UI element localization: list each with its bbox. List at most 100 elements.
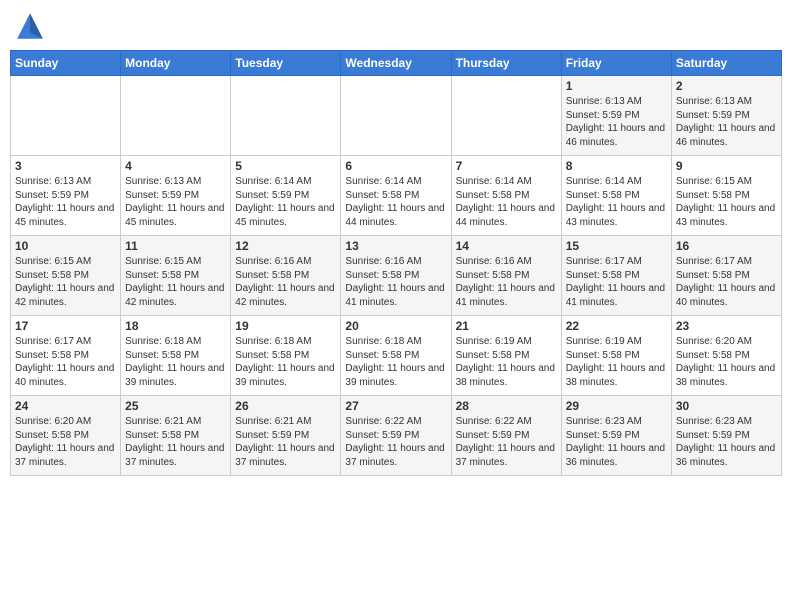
cell-text: Sunrise: 6:23 AM Sunset: 5:59 PM Dayligh… xyxy=(676,415,777,469)
calendar-week-row: 10 Sunrise: 6:15 AM Sunset: 5:58 PM Dayli… xyxy=(11,236,782,316)
cell-text: Sunrise: 6:21 AM Sunset: 5:59 PM Dayligh… xyxy=(235,415,336,469)
calendar-cell: 17Sunrise: 6:17 AM Sunset: 5:58 PM Dayli… xyxy=(11,316,121,396)
page-header xyxy=(10,10,782,42)
calendar-cell: 27Sunrise: 6:22 AM Sunset: 5:59 PM Dayli… xyxy=(341,396,451,476)
calendar-cell: 7 Sunrise: 6:14 AM Sunset: 5:58 PM Daylig… xyxy=(451,156,561,236)
cell-text: Sunrise: 6:16 AM Sunset: 5:58 PM Dayligh… xyxy=(456,255,557,309)
day-number: 19 xyxy=(235,319,336,333)
header-sunday: Sunday xyxy=(11,51,121,76)
calendar-cell: 9 Sunrise: 6:15 AM Sunset: 5:58 PM Daylig… xyxy=(671,156,781,236)
day-number: 25 xyxy=(125,399,226,413)
day-number: 4 xyxy=(125,159,226,173)
calendar-cell: 29Sunrise: 6:23 AM Sunset: 5:59 PM Dayli… xyxy=(561,396,671,476)
header-thursday: Thursday xyxy=(451,51,561,76)
day-number: 23 xyxy=(676,319,777,333)
calendar-cell: 11Sunrise: 6:15 AM Sunset: 5:58 PM Dayli… xyxy=(121,236,231,316)
day-number: 1 xyxy=(566,79,667,93)
day-number: 5 xyxy=(235,159,336,173)
calendar-cell: 24 Sunrise: 6:20 AM Sunset: 5:58 PM Dayli… xyxy=(11,396,121,476)
calendar-cell: 15 Sunrise: 6:17 AM Sunset: 5:58 PM Dayli… xyxy=(561,236,671,316)
day-number: 14 xyxy=(456,239,557,253)
calendar-cell: 8 Sunrise: 6:14 AM Sunset: 5:58 PM Daylig… xyxy=(561,156,671,236)
calendar-cell: 28 Sunrise: 6:22 AM Sunset: 5:59 PM Dayli… xyxy=(451,396,561,476)
cell-text: Sunrise: 6:21 AM Sunset: 5:58 PM Dayligh… xyxy=(125,415,226,469)
day-number: 13 xyxy=(345,239,446,253)
cell-text: Sunrise: 6:19 AM Sunset: 5:58 PM Dayligh… xyxy=(566,335,667,389)
day-number: 12 xyxy=(235,239,336,253)
cell-text: Sunrise: 6:13 AM Sunset: 5:59 PM Dayligh… xyxy=(125,175,226,229)
cell-text: Sunrise: 6:19 AM Sunset: 5:58 PM Dayligh… xyxy=(456,335,557,389)
logo-icon xyxy=(14,10,46,42)
calendar-cell xyxy=(121,76,231,156)
day-number: 6 xyxy=(345,159,446,173)
cell-text: Sunrise: 6:16 AM Sunset: 5:58 PM Dayligh… xyxy=(235,255,336,309)
header-friday: Friday xyxy=(561,51,671,76)
day-number: 26 xyxy=(235,399,336,413)
day-number: 15 xyxy=(566,239,667,253)
day-number: 18 xyxy=(125,319,226,333)
calendar-cell: 13Sunrise: 6:16 AM Sunset: 5:58 PM Dayli… xyxy=(341,236,451,316)
calendar-cell: 22 Sunrise: 6:19 AM Sunset: 5:58 PM Dayli… xyxy=(561,316,671,396)
day-number: 8 xyxy=(566,159,667,173)
logo xyxy=(14,10,50,42)
calendar-cell: 10 Sunrise: 6:15 AM Sunset: 5:58 PM Dayli… xyxy=(11,236,121,316)
header-monday: Monday xyxy=(121,51,231,76)
calendar-cell: 18 Sunrise: 6:18 AM Sunset: 5:58 PM Dayli… xyxy=(121,316,231,396)
calendar-cell: 1 Sunrise: 6:13 AM Sunset: 5:59 PM Daylig… xyxy=(561,76,671,156)
cell-text: Sunrise: 6:17 AM Sunset: 5:58 PM Dayligh… xyxy=(676,255,777,309)
calendar-cell xyxy=(231,76,341,156)
day-number: 28 xyxy=(456,399,557,413)
cell-text: Sunrise: 6:20 AM Sunset: 5:58 PM Dayligh… xyxy=(15,415,116,469)
cell-text: Sunrise: 6:13 AM Sunset: 5:59 PM Dayligh… xyxy=(566,95,667,149)
header-wednesday: Wednesday xyxy=(341,51,451,76)
calendar-cell: 3 Sunrise: 6:13 AM Sunset: 5:59 PM Daylig… xyxy=(11,156,121,236)
cell-text: Sunrise: 6:14 AM Sunset: 5:58 PM Dayligh… xyxy=(345,175,446,229)
cell-text: Sunrise: 6:13 AM Sunset: 5:59 PM Dayligh… xyxy=(15,175,116,229)
calendar-table: SundayMondayTuesdayWednesdayThursdayFrid… xyxy=(10,50,782,476)
calendar-week-row: 17Sunrise: 6:17 AM Sunset: 5:58 PM Dayli… xyxy=(11,316,782,396)
day-number: 9 xyxy=(676,159,777,173)
day-number: 3 xyxy=(15,159,116,173)
calendar-cell xyxy=(451,76,561,156)
cell-text: Sunrise: 6:18 AM Sunset: 5:58 PM Dayligh… xyxy=(235,335,336,389)
day-number: 30 xyxy=(676,399,777,413)
cell-text: Sunrise: 6:17 AM Sunset: 5:58 PM Dayligh… xyxy=(566,255,667,309)
cell-text: Sunrise: 6:14 AM Sunset: 5:58 PM Dayligh… xyxy=(566,175,667,229)
calendar-week-row: 3 Sunrise: 6:13 AM Sunset: 5:59 PM Daylig… xyxy=(11,156,782,236)
day-number: 21 xyxy=(456,319,557,333)
calendar-cell: 21 Sunrise: 6:19 AM Sunset: 5:58 PM Dayli… xyxy=(451,316,561,396)
cell-text: Sunrise: 6:14 AM Sunset: 5:59 PM Dayligh… xyxy=(235,175,336,229)
cell-text: Sunrise: 6:18 AM Sunset: 5:58 PM Dayligh… xyxy=(125,335,226,389)
header-saturday: Saturday xyxy=(671,51,781,76)
day-number: 24 xyxy=(15,399,116,413)
cell-text: Sunrise: 6:15 AM Sunset: 5:58 PM Dayligh… xyxy=(676,175,777,229)
cell-text: Sunrise: 6:14 AM Sunset: 5:58 PM Dayligh… xyxy=(456,175,557,229)
calendar-cell: 6 Sunrise: 6:14 AM Sunset: 5:58 PM Daylig… xyxy=(341,156,451,236)
calendar-week-row: 24 Sunrise: 6:20 AM Sunset: 5:58 PM Dayli… xyxy=(11,396,782,476)
day-number: 11 xyxy=(125,239,226,253)
calendar-cell: 19 Sunrise: 6:18 AM Sunset: 5:58 PM Dayli… xyxy=(231,316,341,396)
calendar-cell: 25 Sunrise: 6:21 AM Sunset: 5:58 PM Dayli… xyxy=(121,396,231,476)
calendar-cell: 16 Sunrise: 6:17 AM Sunset: 5:58 PM Dayli… xyxy=(671,236,781,316)
calendar-cell: 23 Sunrise: 6:20 AM Sunset: 5:58 PM Dayli… xyxy=(671,316,781,396)
day-number: 22 xyxy=(566,319,667,333)
calendar-cell: 14 Sunrise: 6:16 AM Sunset: 5:58 PM Dayli… xyxy=(451,236,561,316)
calendar-cell: 20 Sunrise: 6:18 AM Sunset: 5:58 PM Dayli… xyxy=(341,316,451,396)
cell-text: Sunrise: 6:20 AM Sunset: 5:58 PM Dayligh… xyxy=(676,335,777,389)
calendar-header-row: SundayMondayTuesdayWednesdayThursdayFrid… xyxy=(11,51,782,76)
day-number: 20 xyxy=(345,319,446,333)
calendar-cell: 30 Sunrise: 6:23 AM Sunset: 5:59 PM Dayli… xyxy=(671,396,781,476)
calendar-week-row: 1 Sunrise: 6:13 AM Sunset: 5:59 PM Daylig… xyxy=(11,76,782,156)
cell-text: Sunrise: 6:22 AM Sunset: 5:59 PM Dayligh… xyxy=(456,415,557,469)
calendar-cell: 5 Sunrise: 6:14 AM Sunset: 5:59 PM Daylig… xyxy=(231,156,341,236)
day-number: 7 xyxy=(456,159,557,173)
cell-text: Sunrise: 6:18 AM Sunset: 5:58 PM Dayligh… xyxy=(345,335,446,389)
calendar-cell: 2Sunrise: 6:13 AM Sunset: 5:59 PM Daylig… xyxy=(671,76,781,156)
day-number: 16 xyxy=(676,239,777,253)
day-number: 10 xyxy=(15,239,116,253)
day-number: 29 xyxy=(566,399,667,413)
calendar-cell: 26 Sunrise: 6:21 AM Sunset: 5:59 PM Dayli… xyxy=(231,396,341,476)
cell-text: Sunrise: 6:15 AM Sunset: 5:58 PM Dayligh… xyxy=(15,255,116,309)
cell-text: Sunrise: 6:17 AM Sunset: 5:58 PM Dayligh… xyxy=(15,335,116,389)
cell-text: Sunrise: 6:13 AM Sunset: 5:59 PM Dayligh… xyxy=(676,95,777,149)
